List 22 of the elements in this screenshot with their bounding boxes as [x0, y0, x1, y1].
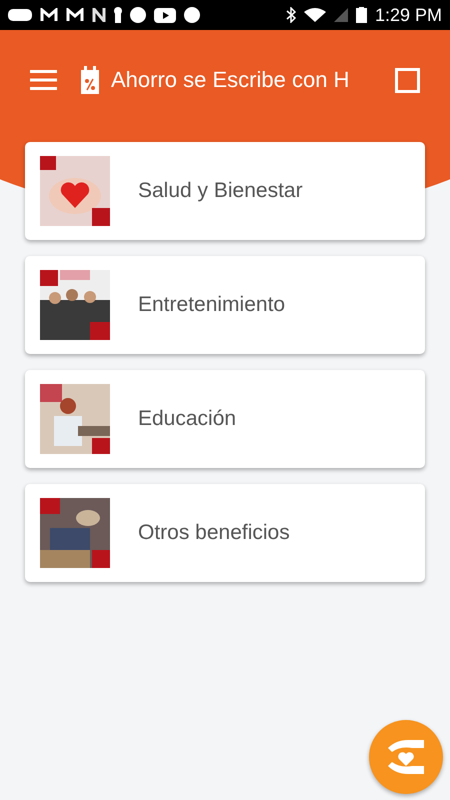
battery-icon: [356, 7, 367, 23]
keyhole-icon: [114, 7, 122, 23]
wifi-icon: [304, 8, 326, 22]
message-icon: [8, 8, 32, 22]
circle-icon: [130, 7, 146, 23]
app-title: Ahorro se Escribe con H: [111, 66, 350, 94]
mail-icon: [66, 8, 84, 22]
play-icon: [154, 8, 176, 22]
square-button[interactable]: [395, 68, 420, 92]
bluetooth-icon: [286, 7, 296, 23]
menu-icon[interactable]: [30, 70, 57, 90]
coupon-icon: [81, 66, 99, 94]
category-card[interactable]: Otros beneficios: [25, 484, 425, 582]
letter-n-icon: [92, 8, 106, 22]
hands-heart-button[interactable]: [369, 720, 443, 794]
category-card[interactable]: Entretenimiento: [25, 256, 425, 354]
category-card[interactable]: Educación: [25, 370, 425, 468]
mail-icon: [40, 8, 58, 22]
clock: 1:29 PM: [374, 4, 442, 26]
signal-icon: [334, 8, 348, 22]
category-card[interactable]: Salud y Bienestar: [25, 142, 425, 240]
circle-icon: [184, 7, 200, 23]
